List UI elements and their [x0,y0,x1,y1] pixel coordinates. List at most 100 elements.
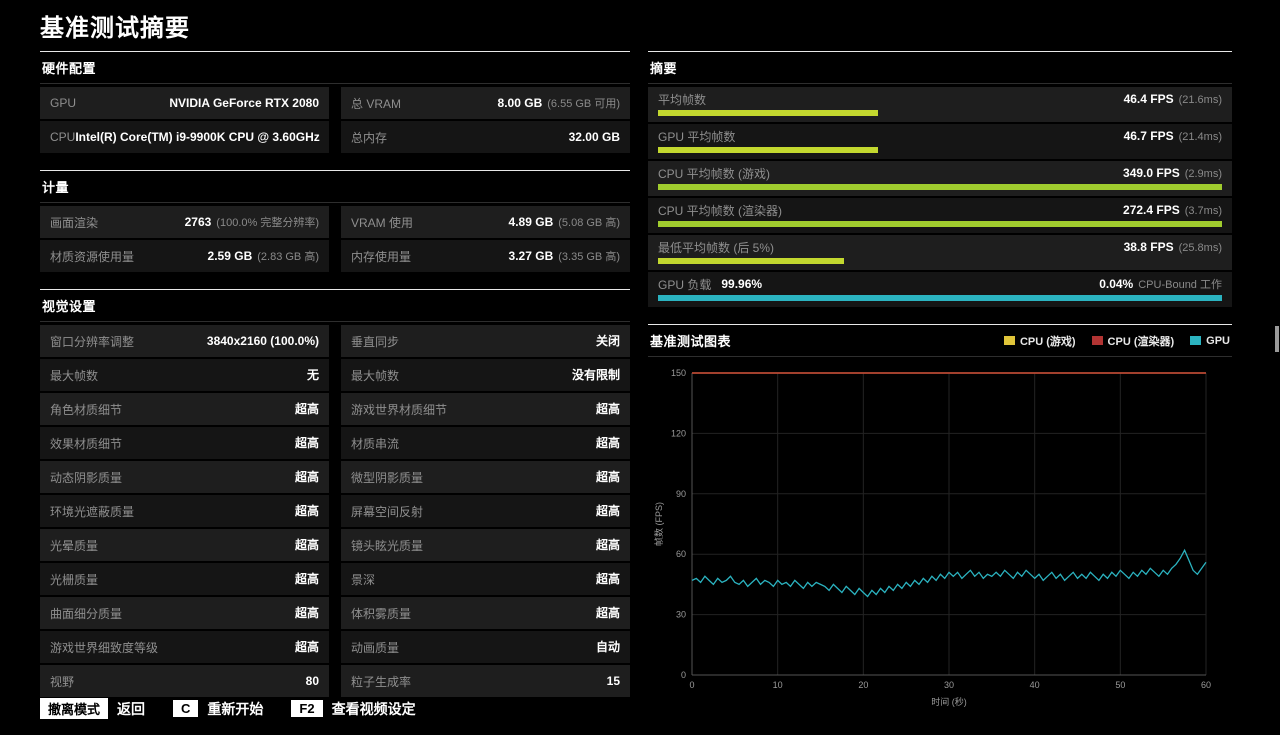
legend-item: CPU (游戏) [1003,333,1076,349]
panel-visual-settings-title: 视觉设置 [40,290,630,322]
setting-cell: 动态阴影质量 超高 [40,461,329,493]
legend-swatch [1091,336,1103,345]
setting-value: 超高 [596,536,620,554]
setting-label: 垂直同步 [351,334,400,349]
settings-row: 窗口分辨率调整 3840x2160 (100.0%) 垂直同步 关闭 [40,325,630,357]
setting-value: 超高 [596,468,620,486]
legend-item: CPU (渲染器) [1091,333,1174,349]
summary-value: 38.8 FPS [1123,240,1174,254]
svg-text:0: 0 [681,670,686,680]
setting-label: CPU [50,130,76,144]
setting-cell: 角色材质细节 超高 [40,393,329,425]
scrollbar-thumb[interactable] [1275,326,1279,352]
summary-row-text: 平均帧数 46.4 FPS (21.6ms) [658,91,1222,107]
summary-row-right: 272.4 FPS (3.7ms) [1123,201,1222,219]
setting-value: 没有限制 [572,366,620,384]
summary-label: 平均帧数 [658,92,707,107]
setting-value: 超高 [596,400,620,418]
setting-value-text: 2.59 GB [207,249,253,263]
setting-cell: 效果材质细节 超高 [40,427,329,459]
setting-value-text: 超高 [595,538,620,552]
setting-value-text: Intel(R) Core(TM) i9-9900K CPU @ 3.60GHz [75,130,320,144]
summary-row: GPU 负载 99.96% 0.04% CPU-Bound 工作 [648,272,1232,307]
setting-label: 动态阴影质量 [50,470,123,485]
metrics-rows: 画面渲染 2763 (100.0% 完整分辨率) VRAM 使用 4.89 GB (5.0… [40,206,630,272]
summary-subvalue: CPU-Bound 工作 [1138,279,1222,291]
setting-value-text: 自动 [595,640,620,654]
setting-value-text: 超高 [294,504,319,518]
setting-value: 15 [607,672,620,690]
settings-row: 材质资源使用量 2.59 GB (2.83 GB 高) 内存使用量 3.27 GB (3.… [40,240,630,272]
right-column: 摘要 平均帧数 46.4 FPS (21.6ms) GPU 平均帧数 46.7 FPS (… [648,51,1232,735]
summary-row: 平均帧数 46.4 FPS (21.6ms) [648,87,1232,122]
summary-row-right: 349.0 FPS (2.9ms) [1123,164,1222,182]
setting-cell: 总 VRAM 8.00 GB (6.55 GB 可用) [341,87,630,119]
setting-cell: 环境光遮蔽质量 超高 [40,495,329,527]
setting-value-text: 超高 [294,640,319,654]
setting-value-text: 超高 [595,606,620,620]
setting-cell: 视野 80 [40,665,329,697]
setting-value: 超高 [295,638,319,656]
summary-row-text: 最低平均帧数 (后 5%) 38.8 FPS (25.8ms) [658,239,1222,255]
summary-fps-bar [658,184,1222,190]
summary-value: 0.04% [1099,277,1134,291]
setting-value-text: 3.27 GB [508,249,554,263]
svg-text:60: 60 [1201,680,1211,690]
setting-cell: GPU NVIDIA GeForce RTX 2080 [40,87,329,119]
summary-fps-bar [658,110,878,116]
summary-fps-bar [658,221,1222,227]
setting-value: 超高 [295,400,319,418]
setting-label: 微型阴影质量 [351,470,424,485]
setting-label: 效果材质细节 [50,436,123,451]
summary-row-left: GPU 平均帧数 [658,128,735,145]
panel-metrics: 计量 画面渲染 2763 (100.0% 完整分辨率) VRAM 使用 4.89 GB (… [40,170,630,272]
setting-subvalue: (2.83 GB 高) [257,251,319,263]
setting-value-text: NVIDIA GeForce RTX 2080 [169,96,319,110]
summary-row-left: 最低平均帧数 (后 5%) [658,239,774,256]
setting-subvalue: (5.08 GB 高) [558,217,620,229]
summary-row-left: GPU 负载 99.96% [658,276,762,293]
summary-row-right: 0.04% CPU-Bound 工作 [1099,275,1222,293]
panel-visual-settings: 视觉设置 窗口分辨率调整 3840x2160 (100.0%) 垂直同步 关闭 最大帧数… [40,289,630,697]
setting-value: 4.89 GB (5.08 GB 高) [509,213,620,231]
summary-label: 最低平均帧数 (后 5%) [658,240,775,255]
summary-row-left: CPU 平均帧数 (渲染器) [658,202,782,219]
summary-label: CPU 平均帧数 (游戏) [658,166,770,181]
setting-label: 粒子生成率 [351,674,412,689]
summary-row-left: 平均帧数 [658,91,706,108]
setting-subvalue: (3.35 GB 高) [558,251,620,263]
setting-label: 材质资源使用量 [50,249,135,264]
setting-label: 材质串流 [351,436,400,451]
summary-row: CPU 平均帧数 (渲染器) 272.4 FPS (3.7ms) [648,198,1232,233]
summary-fps-bar [658,147,878,153]
setting-value-text: 3840x2160 (100.0%) [206,334,319,348]
summary-row-text: GPU 平均帧数 46.7 FPS (21.4ms) [658,128,1222,144]
setting-value: 超高 [295,468,319,486]
setting-cell: 曲面细分质量 超高 [40,597,329,629]
setting-cell: 光栅质量 超高 [40,563,329,595]
setting-value: Intel(R) Core(TM) i9-9900K CPU @ 3.60GHz [75,128,319,146]
setting-label: 光晕质量 [50,538,99,553]
summary-value: 46.7 FPS [1123,129,1174,143]
setting-value-text: 32.00 GB [568,130,620,144]
summary-value: 46.4 FPS [1123,92,1174,106]
settings-row: 最大帧数 无 最大帧数 没有限制 [40,359,630,391]
setting-label: 光栅质量 [50,572,99,587]
svg-text:150: 150 [671,368,686,378]
setting-cell: 最大帧数 没有限制 [341,359,630,391]
summary-label: GPU 负载 [658,277,712,292]
setting-label: 总内存 [351,130,388,145]
setting-cell: CPU Intel(R) Core(TM) i9-9900K CPU @ 3.60… [40,121,329,153]
settings-row: 光晕质量 超高 镜头眩光质量 超高 [40,529,630,561]
setting-label: 画面渲染 [50,215,99,230]
summary-rows: 平均帧数 46.4 FPS (21.6ms) GPU 平均帧数 46.7 FPS (21.… [648,87,1232,307]
setting-value: 3840x2160 (100.0%) [207,332,319,350]
summary-row-text: CPU 平均帧数 (渲染器) 272.4 FPS (3.7ms) [658,202,1222,218]
summary-row-right: 38.8 FPS (25.8ms) [1124,238,1222,256]
setting-cell: 粒子生成率 15 [341,665,630,697]
panel-benchmark-chart: 基准测试图表 CPU (游戏) CPU (渲染器) GPU 0 30 60 90 120 15… [648,324,1232,718]
setting-label: 视野 [50,674,75,689]
setting-cell: 材质资源使用量 2.59 GB (2.83 GB 高) [40,240,329,272]
setting-value-text: 4.89 GB [508,215,554,229]
setting-value: 80 [306,672,319,690]
